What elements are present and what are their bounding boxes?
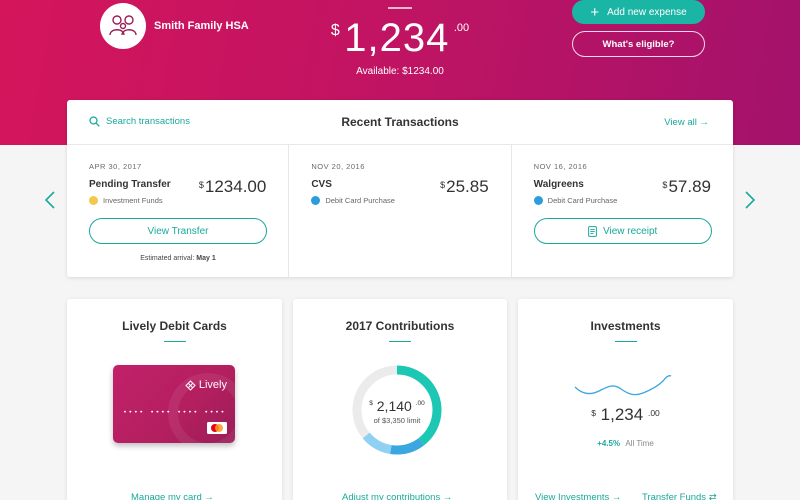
transaction-item: NOV 20, 2016 CVS $25.85 Debit Card Purch…	[289, 145, 512, 277]
transaction-merchant: CVS	[311, 179, 332, 190]
add-expense-button[interactable]: + Add new expense	[572, 0, 705, 24]
transaction-category: Investment Funds	[89, 196, 163, 205]
investments-cents: .00	[647, 408, 660, 418]
adjust-contributions-link[interactable]: Adjust my contributions →	[342, 492, 452, 500]
estimated-arrival-label: Estimated arrival:	[140, 255, 197, 262]
transaction-currency: $	[198, 180, 204, 190]
view-receipt-button[interactable]: View receipt	[533, 218, 712, 244]
contributions-currency: $	[369, 400, 373, 407]
chevron-left-icon[interactable]	[43, 190, 57, 210]
arrow-right-icon: →	[611, 492, 622, 500]
plus-icon: +	[590, 3, 600, 21]
available-balance: Available: $1234.00	[356, 66, 444, 77]
arrow-right-icon: →	[204, 492, 214, 500]
transaction-category-label: Debit Card Purchase	[547, 196, 618, 205]
whats-eligible-button[interactable]: What's eligible?	[572, 31, 705, 57]
view-all-label: View all	[664, 117, 697, 128]
view-investments-label: View Investments	[535, 492, 610, 500]
transaction-item: APR 30, 2017 Pending Transfer $1234.00 I…	[67, 145, 290, 277]
transaction-category: Debit Card Purchase	[311, 196, 395, 205]
debit-card-image[interactable]: Lively •••• •••• •••• ••••	[113, 365, 235, 443]
account-avatar[interactable]	[100, 3, 146, 49]
transaction-currency: $	[440, 180, 446, 190]
transaction-merchant: Pending Transfer	[89, 179, 171, 190]
account-name[interactable]: Smith Family HSA	[154, 20, 249, 32]
title-underline	[614, 341, 637, 342]
transaction-date: NOV 20, 2016	[311, 162, 365, 171]
contributions-center-text: $ 2,140 .00 of $3,350 limit	[351, 398, 443, 425]
transaction-category-label: Investment Funds	[103, 196, 163, 205]
arrow-right-icon: →	[699, 117, 710, 128]
chevron-right-icon[interactable]	[743, 190, 757, 210]
investments-change-label: All Time	[625, 439, 654, 448]
debit-cards-card: Lively Debit Cards Lively •••• •••• ••••…	[67, 299, 282, 500]
debit-cards-title: Lively Debit Cards	[122, 319, 227, 333]
transaction-amount: $25.85	[440, 177, 489, 197]
transaction-item: NOV 16, 2016 Walgreens $57.89 Debit Card…	[512, 145, 733, 277]
contributions-card: 2017 Contributions $ 2,140 .00 of $3,350…	[293, 299, 507, 500]
investments-currency: $	[591, 408, 596, 418]
transaction-date: APR 30, 2017	[89, 162, 142, 171]
add-expense-label: Add new expense	[607, 6, 687, 18]
title-underline	[163, 341, 186, 342]
investments-value: $ 1,234 .00	[518, 405, 733, 425]
estimated-arrival: Estimated arrival: May 1	[89, 255, 267, 262]
view-all-link[interactable]: View all →	[664, 117, 709, 128]
transactions-header: Search transactions Recent Transactions …	[67, 100, 733, 145]
card-brand: Lively	[185, 379, 227, 391]
transaction-category-label: Debit Card Purchase	[325, 196, 395, 205]
contributions-donut-chart: $ 2,140 .00 of $3,350 limit	[351, 364, 443, 456]
transaction-amount-value: 25.85	[446, 177, 489, 196]
family-icon	[109, 15, 137, 36]
adjust-contributions-label: Adjust my contributions	[342, 492, 441, 500]
balance-display: $ 1,234 .00	[330, 16, 470, 61]
investments-sparkline	[574, 375, 672, 396]
transfer-icon: ⇄	[708, 492, 717, 500]
balance-amount: 1,234	[344, 16, 450, 60]
transaction-date: NOV 16, 2016	[533, 162, 588, 171]
category-dot-icon	[533, 196, 543, 205]
estimated-arrival-date: May 1	[196, 255, 216, 262]
transaction-amount-value: 57.89	[668, 177, 711, 196]
card-number: •••• •••• •••• ••••	[123, 408, 226, 416]
balance-cents: .00	[453, 22, 470, 34]
investments-change: +4.5% All Time	[518, 439, 733, 448]
transaction-amount: $1234.00	[199, 177, 266, 197]
contributions-amount-value: 2,140	[376, 398, 412, 414]
balance-divider	[388, 7, 412, 9]
recent-transactions-card: Search transactions Recent Transactions …	[67, 100, 733, 277]
transaction-merchant: Walgreens	[533, 179, 584, 190]
transaction-amount-value: 1234.00	[204, 177, 267, 196]
arrow-right-icon: →	[442, 492, 453, 500]
contributions-amount: $ 2,140 .00	[351, 398, 443, 414]
view-transfer-button[interactable]: View Transfer	[89, 218, 267, 244]
card-brand-label: Lively	[198, 379, 227, 391]
title-underline	[389, 341, 411, 342]
view-receipt-label: View receipt	[603, 225, 658, 237]
category-dot-icon	[89, 196, 98, 205]
manage-card-link[interactable]: Manage my card →	[131, 492, 214, 500]
contributions-title: 2017 Contributions	[345, 319, 455, 333]
transaction-category: Debit Card Purchase	[533, 196, 618, 205]
transactions-title: Recent Transactions	[341, 115, 459, 129]
lively-logo-icon	[185, 379, 196, 391]
category-dot-icon	[311, 196, 321, 205]
transfer-funds-label: Transfer Funds	[642, 492, 707, 500]
mastercard-icon	[207, 422, 227, 434]
investments-amount: 1,234	[600, 405, 644, 424]
contributions-limit: of $3,350 limit	[373, 416, 421, 425]
contributions-cents: .00	[415, 400, 425, 407]
transaction-currency: $	[662, 180, 668, 190]
view-investments-link[interactable]: View Investments →	[535, 492, 621, 500]
investments-change-percent: +4.5%	[597, 439, 621, 448]
receipt-icon	[588, 225, 597, 237]
manage-card-label: Manage my card	[131, 492, 202, 500]
transfer-funds-link[interactable]: Transfer Funds ⇄	[642, 492, 717, 500]
investments-title: Investments	[590, 319, 661, 333]
transaction-amount: $57.89	[662, 177, 711, 197]
investments-card: Investments $ 1,234 .00 +4.5% All Time V…	[518, 299, 733, 500]
balance-currency: $	[330, 22, 340, 39]
